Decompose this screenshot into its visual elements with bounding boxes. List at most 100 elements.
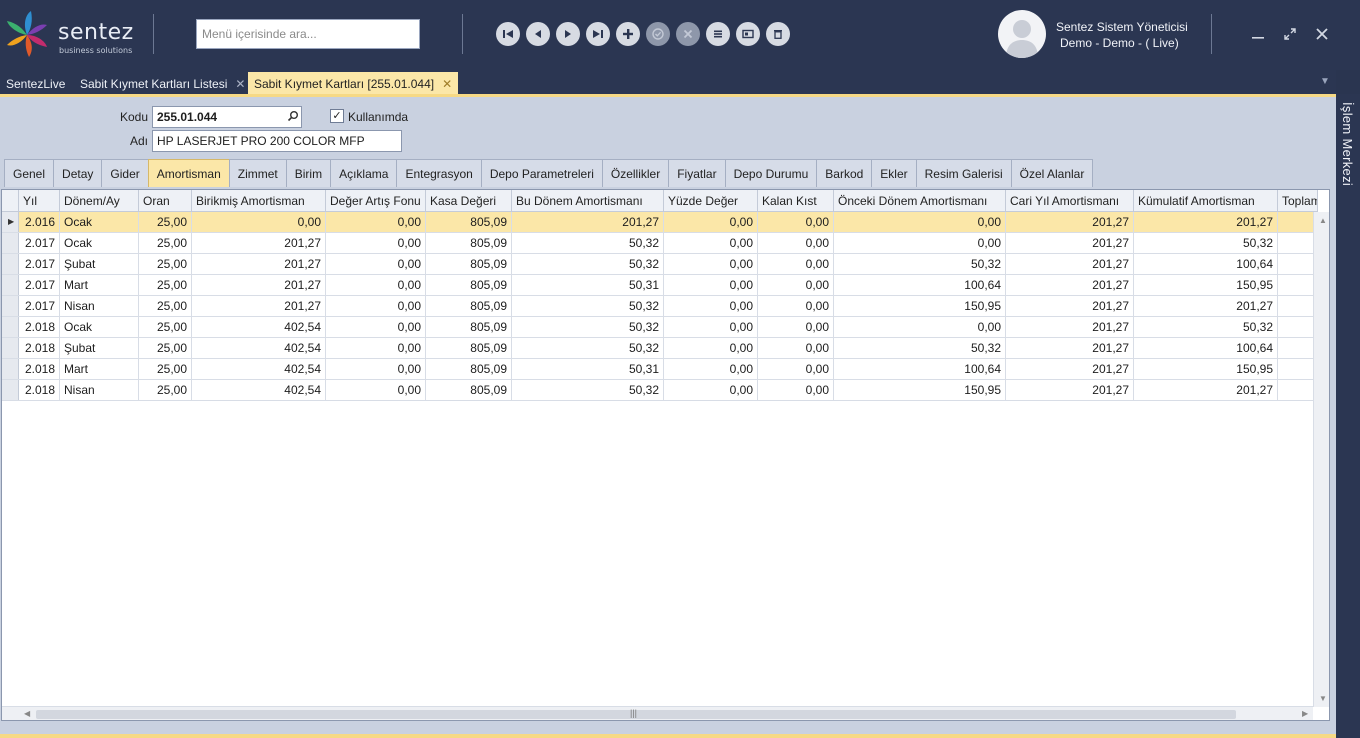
tab-resim-galerisi[interactable]: Resim Galerisi: [915, 159, 1012, 187]
table-cell[interactable]: 2.018: [19, 359, 60, 379]
tab-aciklama[interactable]: Açıklama: [330, 159, 398, 187]
tab-depo-parametreleri[interactable]: Depo Parametreleri: [480, 159, 603, 187]
tab-entegrasyon[interactable]: Entegrasyon: [396, 159, 482, 187]
table-cell[interactable]: 0,00: [758, 296, 834, 316]
table-cell[interactable]: 805,09: [426, 254, 512, 274]
table-cell[interactable]: 201,27: [1006, 317, 1134, 337]
table-cell[interactable]: 0,00: [758, 359, 834, 379]
cancel-button[interactable]: [676, 22, 700, 46]
last-record-button[interactable]: [586, 22, 610, 46]
tab-genel[interactable]: Genel: [4, 159, 55, 187]
side-panel[interactable]: [1336, 94, 1360, 738]
table-row[interactable]: 2.018 Mart 25,00 402,54 0,00 805,09 50,31 0,00 0…: [2, 359, 1318, 380]
table-cell[interactable]: 201,27: [1134, 380, 1278, 400]
column-header[interactable]: Cari Yıl Amortismanı: [1006, 190, 1134, 212]
table-cell[interactable]: 201,27: [1134, 296, 1278, 316]
table-cell[interactable]: 0,00: [834, 317, 1006, 337]
table-cell[interactable]: 0,00: [326, 296, 426, 316]
tab-overflow-chevron-icon[interactable]: ▼: [1320, 76, 1330, 87]
close-tab-icon[interactable]: ✕: [442, 77, 452, 91]
islem-merkezi-label[interactable]: İşlem Merkezi: [1340, 102, 1355, 186]
table-cell[interactable]: 201,27: [1006, 296, 1134, 316]
table-cell[interactable]: 0,00: [664, 338, 758, 358]
table-cell[interactable]: 0,00: [758, 254, 834, 274]
column-header[interactable]: Dönem/Ay: [60, 190, 139, 212]
table-cell[interactable]: Ocak: [60, 233, 139, 253]
table-cell[interactable]: 0,00: [326, 233, 426, 253]
table-cell[interactable]: 25,00: [139, 233, 192, 253]
table-cell[interactable]: 805,09: [426, 275, 512, 295]
table-cell[interactable]: 100,64: [1134, 254, 1278, 274]
add-button[interactable]: [616, 22, 640, 46]
table-cell[interactable]: Şubat: [60, 338, 139, 358]
table-cell[interactable]: 402,54: [192, 380, 326, 400]
row-indicator[interactable]: [2, 338, 19, 358]
table-cell[interactable]: 201,27: [1006, 212, 1134, 232]
table-cell[interactable]: 201,27: [192, 296, 326, 316]
table-cell[interactable]: 2.017: [19, 233, 60, 253]
table-cell[interactable]: Ocak: [60, 317, 139, 337]
table-cell[interactable]: 0,00: [664, 254, 758, 274]
table-cell[interactable]: 0,00: [326, 359, 426, 379]
table-cell[interactable]: 0,00: [758, 233, 834, 253]
table-row[interactable]: 2.018 Nisan 25,00 402,54 0,00 805,09 50,32 0,00…: [2, 380, 1318, 401]
table-cell[interactable]: 25,00: [139, 317, 192, 337]
table-cell[interactable]: 25,00: [139, 296, 192, 316]
table-cell[interactable]: 2.017: [19, 296, 60, 316]
column-header[interactable]: Oran: [139, 190, 192, 212]
vertical-scrollbar[interactable]: ▲ ▼: [1313, 212, 1329, 707]
save-button[interactable]: [646, 22, 670, 46]
table-cell[interactable]: 0,00: [758, 380, 834, 400]
row-indicator[interactable]: [2, 233, 19, 253]
table-cell[interactable]: 25,00: [139, 254, 192, 274]
table-cell[interactable]: Mart: [60, 275, 139, 295]
table-cell[interactable]: 805,09: [426, 338, 512, 358]
kodu-field[interactable]: 255.01.044: [152, 106, 302, 128]
previous-record-button[interactable]: [526, 22, 550, 46]
scroll-left-icon[interactable]: ◀: [24, 709, 30, 718]
table-cell[interactable]: 0,00: [326, 317, 426, 337]
table-cell[interactable]: 50,32: [512, 296, 664, 316]
table-cell[interactable]: [1278, 338, 1318, 358]
table-cell[interactable]: [1278, 212, 1318, 232]
table-cell[interactable]: [1278, 359, 1318, 379]
tab-gider[interactable]: Gider: [101, 159, 149, 187]
table-cell[interactable]: 2.018: [19, 338, 60, 358]
close-tab-icon[interactable]: ✕: [235, 77, 245, 91]
table-cell[interactable]: 100,64: [834, 275, 1006, 295]
maximize-button[interactable]: [1278, 22, 1302, 46]
sentez-logo[interactable]: sentez business solutions: [2, 8, 142, 60]
table-cell[interactable]: 201,27: [1006, 275, 1134, 295]
delete-button[interactable]: [766, 22, 790, 46]
column-header[interactable]: Yıl: [19, 190, 60, 212]
table-cell[interactable]: 402,54: [192, 317, 326, 337]
table-cell[interactable]: [1278, 296, 1318, 316]
table-cell[interactable]: 25,00: [139, 359, 192, 379]
table-cell[interactable]: 201,27: [192, 254, 326, 274]
close-window-button[interactable]: [1310, 22, 1334, 46]
table-cell[interactable]: [1278, 275, 1318, 295]
tab-detay[interactable]: Detay: [53, 159, 103, 187]
table-cell[interactable]: 0,00: [326, 212, 426, 232]
table-cell[interactable]: 2.017: [19, 275, 60, 295]
table-cell[interactable]: 201,27: [1006, 233, 1134, 253]
column-header[interactable]: Toplam: [1278, 190, 1318, 212]
table-cell[interactable]: 50,32: [512, 338, 664, 358]
table-cell[interactable]: 0,00: [326, 254, 426, 274]
table-cell[interactable]: 0,00: [664, 359, 758, 379]
search-icon[interactable]: [287, 110, 299, 122]
table-cell[interactable]: 25,00: [139, 338, 192, 358]
table-cell[interactable]: 0,00: [326, 338, 426, 358]
table-row[interactable]: 2.018 Ocak 25,00 402,54 0,00 805,09 50,32 0,00 0…: [2, 317, 1318, 338]
tab-ekler[interactable]: Ekler: [871, 159, 917, 187]
table-cell[interactable]: 0,00: [834, 233, 1006, 253]
table-cell[interactable]: Ocak: [60, 212, 139, 232]
table-cell[interactable]: 150,95: [1134, 275, 1278, 295]
table-cell[interactable]: 50,31: [512, 359, 664, 379]
doc-tab-sabit-kiymet-listesi[interactable]: Sabit Kıymet Kartları Listesi ✕: [74, 72, 251, 94]
list-button[interactable]: [706, 22, 730, 46]
table-cell[interactable]: Nisan: [60, 380, 139, 400]
table-cell[interactable]: 50,32: [834, 254, 1006, 274]
tab-barkod[interactable]: Barkod: [816, 159, 873, 187]
row-indicator[interactable]: ▶: [2, 212, 19, 232]
